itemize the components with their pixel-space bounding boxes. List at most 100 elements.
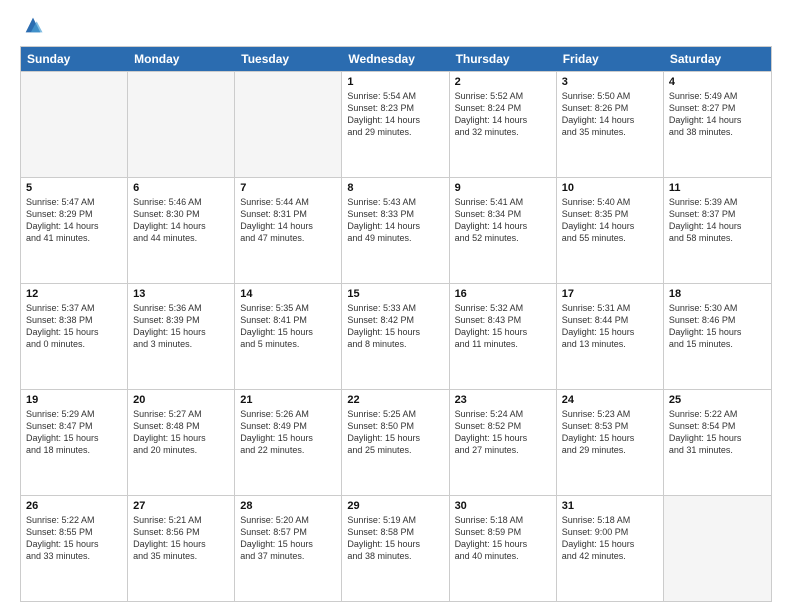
calendar-cell: 17 Sunrise: 5:31 AM Sunset: 8:44 PM Dayli… [557,284,664,389]
cell-text: Sunrise: 5:50 AM Sunset: 8:26 PM Dayligh… [562,90,658,139]
weekday-header: Thursday [450,47,557,71]
cell-text: Sunrise: 5:44 AM Sunset: 8:31 PM Dayligh… [240,196,336,245]
calendar-cell: 7 Sunrise: 5:44 AM Sunset: 8:31 PM Daylig… [235,178,342,283]
day-number: 7 [240,182,336,194]
calendar: SundayMondayTuesdayWednesdayThursdayFrid… [20,46,772,602]
day-number: 31 [562,500,658,512]
cell-text: Sunrise: 5:18 AM Sunset: 9:00 PM Dayligh… [562,514,658,563]
calendar-cell: 28 Sunrise: 5:20 AM Sunset: 8:57 PM Dayli… [235,496,342,601]
calendar-cell: 31 Sunrise: 5:18 AM Sunset: 9:00 PM Dayli… [557,496,664,601]
calendar-cell [235,72,342,177]
calendar-cell: 26Sunrise: 5:22 AM Sunset: 8:55 PM Dayli… [21,496,128,601]
cell-text: Sunrise: 5:23 AM Sunset: 8:53 PM Dayligh… [562,408,658,457]
calendar-row: 5Sunrise: 5:47 AM Sunset: 8:29 PM Daylig… [21,177,771,283]
calendar-row: 1Sunrise: 5:54 AM Sunset: 8:23 PM Daylig… [21,71,771,177]
calendar-cell: 8 Sunrise: 5:43 AM Sunset: 8:33 PM Daylig… [342,178,449,283]
day-number: 3 [562,76,658,88]
day-number: 22 [347,394,443,406]
day-number: 19 [26,394,122,406]
calendar-row: 12 Sunrise: 5:37 AM Sunset: 8:38 PM Dayli… [21,283,771,389]
calendar-cell: 5Sunrise: 5:47 AM Sunset: 8:29 PM Daylig… [21,178,128,283]
weekday-header: Tuesday [235,47,342,71]
cell-text: Sunrise: 5:43 AM Sunset: 8:33 PM Dayligh… [347,196,443,245]
day-number: 11 [669,182,766,194]
cell-text: Sunrise: 5:41 AM Sunset: 8:34 PM Dayligh… [455,196,551,245]
cell-text: Sunrise: 5:52 AM Sunset: 8:24 PM Dayligh… [455,90,551,139]
day-number: 15 [347,288,443,300]
cell-text: Sunrise: 5:29 AM Sunset: 8:47 PM Dayligh… [26,408,122,457]
day-number: 21 [240,394,336,406]
calendar-row: 26Sunrise: 5:22 AM Sunset: 8:55 PM Dayli… [21,495,771,601]
cell-text: Sunrise: 5:37 AM Sunset: 8:38 PM Dayligh… [26,302,122,351]
calendar-cell: 21 Sunrise: 5:26 AM Sunset: 8:49 PM Dayli… [235,390,342,495]
calendar-cell [664,496,771,601]
weekday-header: Sunday [21,47,128,71]
day-number: 2 [455,76,551,88]
calendar-cell: 2 Sunrise: 5:52 AM Sunset: 8:24 PM Daylig… [450,72,557,177]
cell-text: Sunrise: 5:24 AM Sunset: 8:52 PM Dayligh… [455,408,551,457]
cell-text: Sunrise: 5:33 AM Sunset: 8:42 PM Dayligh… [347,302,443,351]
calendar-cell: 9Sunrise: 5:41 AM Sunset: 8:34 PM Daylig… [450,178,557,283]
header [20,16,772,36]
day-number: 14 [240,288,336,300]
calendar-cell: 22 Sunrise: 5:25 AM Sunset: 8:50 PM Dayli… [342,390,449,495]
calendar-cell: 15 Sunrise: 5:33 AM Sunset: 8:42 PM Dayli… [342,284,449,389]
calendar-cell: 23 Sunrise: 5:24 AM Sunset: 8:52 PM Dayli… [450,390,557,495]
cell-text: Sunrise: 5:22 AM Sunset: 8:55 PM Dayligh… [26,514,122,563]
cell-text: Sunrise: 5:35 AM Sunset: 8:41 PM Dayligh… [240,302,336,351]
day-number: 29 [347,500,443,512]
weekday-header: Monday [128,47,235,71]
day-number: 6 [133,182,229,194]
day-number: 16 [455,288,551,300]
day-number: 20 [133,394,229,406]
day-number: 13 [133,288,229,300]
calendar-cell: 14 Sunrise: 5:35 AM Sunset: 8:41 PM Dayli… [235,284,342,389]
calendar-cell: 30 Sunrise: 5:18 AM Sunset: 8:59 PM Dayli… [450,496,557,601]
day-number: 24 [562,394,658,406]
calendar-cell: 18 Sunrise: 5:30 AM Sunset: 8:46 PM Dayli… [664,284,771,389]
logo-icon [22,14,44,36]
day-number: 5 [26,182,122,194]
cell-text: Sunrise: 5:30 AM Sunset: 8:46 PM Dayligh… [669,302,766,351]
day-number: 12 [26,288,122,300]
day-number: 30 [455,500,551,512]
calendar-cell: 13 Sunrise: 5:36 AM Sunset: 8:39 PM Dayli… [128,284,235,389]
cell-text: Sunrise: 5:32 AM Sunset: 8:43 PM Dayligh… [455,302,551,351]
cell-text: Sunrise: 5:36 AM Sunset: 8:39 PM Dayligh… [133,302,229,351]
calendar-header: SundayMondayTuesdayWednesdayThursdayFrid… [21,47,771,71]
calendar-cell: 16 Sunrise: 5:32 AM Sunset: 8:43 PM Dayli… [450,284,557,389]
calendar-cell: 12 Sunrise: 5:37 AM Sunset: 8:38 PM Dayli… [21,284,128,389]
cell-text: Sunrise: 5:49 AM Sunset: 8:27 PM Dayligh… [669,90,766,139]
calendar-cell: 27 Sunrise: 5:21 AM Sunset: 8:56 PM Dayli… [128,496,235,601]
day-number: 23 [455,394,551,406]
day-number: 28 [240,500,336,512]
page: SundayMondayTuesdayWednesdayThursdayFrid… [0,0,792,612]
calendar-cell: 6 Sunrise: 5:46 AM Sunset: 8:30 PM Daylig… [128,178,235,283]
cell-text: Sunrise: 5:39 AM Sunset: 8:37 PM Dayligh… [669,196,766,245]
calendar-body: 1Sunrise: 5:54 AM Sunset: 8:23 PM Daylig… [21,71,771,601]
calendar-cell: 11 Sunrise: 5:39 AM Sunset: 8:37 PM Dayli… [664,178,771,283]
day-number: 8 [347,182,443,194]
calendar-cell: 1Sunrise: 5:54 AM Sunset: 8:23 PM Daylig… [342,72,449,177]
calendar-cell: 24 Sunrise: 5:23 AM Sunset: 8:53 PM Dayli… [557,390,664,495]
day-number: 18 [669,288,766,300]
weekday-header: Wednesday [342,47,449,71]
cell-text: Sunrise: 5:46 AM Sunset: 8:30 PM Dayligh… [133,196,229,245]
cell-text: Sunrise: 5:20 AM Sunset: 8:57 PM Dayligh… [240,514,336,563]
day-number: 27 [133,500,229,512]
cell-text: Sunrise: 5:21 AM Sunset: 8:56 PM Dayligh… [133,514,229,563]
day-number: 10 [562,182,658,194]
cell-text: Sunrise: 5:22 AM Sunset: 8:54 PM Dayligh… [669,408,766,457]
day-number: 25 [669,394,766,406]
cell-text: Sunrise: 5:54 AM Sunset: 8:23 PM Dayligh… [347,90,443,139]
cell-text: Sunrise: 5:26 AM Sunset: 8:49 PM Dayligh… [240,408,336,457]
cell-text: Sunrise: 5:31 AM Sunset: 8:44 PM Dayligh… [562,302,658,351]
day-number: 17 [562,288,658,300]
calendar-cell: 20 Sunrise: 5:27 AM Sunset: 8:48 PM Dayli… [128,390,235,495]
cell-text: Sunrise: 5:40 AM Sunset: 8:35 PM Dayligh… [562,196,658,245]
calendar-cell [128,72,235,177]
cell-text: Sunrise: 5:25 AM Sunset: 8:50 PM Dayligh… [347,408,443,457]
cell-text: Sunrise: 5:18 AM Sunset: 8:59 PM Dayligh… [455,514,551,563]
cell-text: Sunrise: 5:27 AM Sunset: 8:48 PM Dayligh… [133,408,229,457]
day-number: 4 [669,76,766,88]
